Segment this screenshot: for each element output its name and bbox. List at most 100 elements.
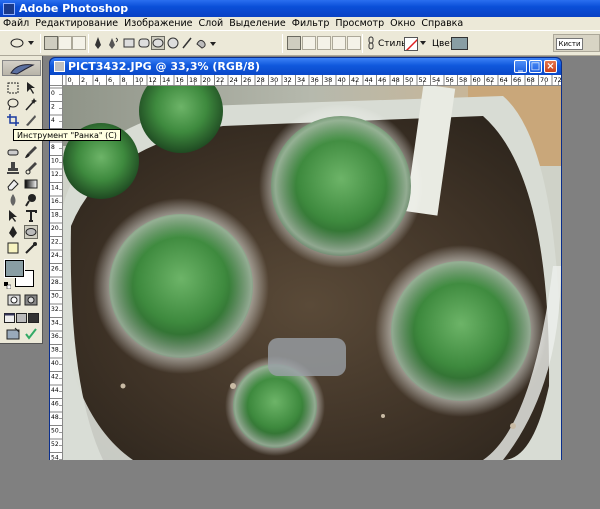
lasso-tool-icon[interactable] bbox=[5, 96, 21, 112]
clone-stamp-icon[interactable] bbox=[5, 160, 21, 176]
menu-view[interactable]: Просмотр bbox=[332, 18, 387, 29]
marquee-tool-icon[interactable] bbox=[5, 80, 21, 96]
ruler-top-label: 6 bbox=[108, 76, 112, 84]
add-to-shape-area-icon[interactable] bbox=[302, 35, 316, 51]
cactus-photo bbox=[63, 86, 561, 460]
magic-wand-icon[interactable] bbox=[23, 96, 39, 112]
standard-mode-icon[interactable] bbox=[6, 292, 22, 308]
freeform-pen-icon[interactable] bbox=[107, 35, 119, 51]
ruler-top-label: 18 bbox=[189, 76, 197, 84]
healing-brush-icon[interactable] bbox=[5, 144, 21, 160]
document-titlebar[interactable]: PICT3432.JPG @ 33,3% (RGB/8) bbox=[50, 58, 561, 75]
new-selection-icon[interactable] bbox=[44, 35, 58, 51]
menu-help[interactable]: Справка bbox=[418, 18, 466, 29]
ruler-top-label: 20 bbox=[203, 76, 211, 84]
dodge-tool-icon[interactable] bbox=[23, 192, 39, 208]
menu-window[interactable]: Окно bbox=[387, 18, 418, 29]
style-picker[interactable] bbox=[404, 37, 418, 51]
screen-mode-fullscreen-icon[interactable] bbox=[27, 310, 39, 326]
ruler-top-label: 42 bbox=[351, 76, 359, 84]
slice-tool-icon[interactable] bbox=[23, 112, 39, 128]
ruler-left-label: 18 bbox=[51, 212, 59, 219]
ruler-left-label: 12 bbox=[51, 171, 59, 178]
menu-select[interactable]: Выделение bbox=[226, 18, 289, 29]
jump-to-imageready-icon[interactable] bbox=[5, 326, 21, 342]
default-colors-icon[interactable] bbox=[4, 279, 12, 290]
close-button[interactable]: × bbox=[544, 60, 557, 73]
screen-mode-menubar-icon[interactable] bbox=[15, 310, 27, 326]
ruler-left-label: 50 bbox=[51, 428, 59, 435]
blur-tool-icon[interactable] bbox=[5, 192, 21, 208]
type-tool-icon[interactable] bbox=[23, 208, 39, 224]
move-tool-icon[interactable] bbox=[23, 80, 39, 96]
maximize-button[interactable]: □ bbox=[529, 60, 542, 73]
image-canvas[interactable] bbox=[63, 86, 561, 460]
menu-file[interactable]: Файл bbox=[0, 18, 32, 29]
document-window: PICT3432.JPG @ 33,3% (RGB/8) _ □ × 02468… bbox=[49, 57, 562, 460]
eyedropper-icon[interactable] bbox=[23, 240, 39, 256]
toolbox bbox=[0, 56, 43, 344]
horizontal-ruler[interactable]: 0 2 4 6 8 10 12 14 16 18 20 22 24 26 28 30 32 34 36 38 40 42 4… bbox=[63, 75, 561, 86]
subtract-selection-icon[interactable] bbox=[72, 35, 86, 51]
ruler-top-label: 16 bbox=[176, 76, 184, 84]
ruler-top-label: 0 bbox=[68, 76, 72, 84]
ellipse-tool-icon[interactable] bbox=[23, 224, 39, 240]
custom-shape-icon[interactable] bbox=[195, 35, 217, 51]
ruler-top-label: 2 bbox=[81, 76, 85, 84]
menu-layer[interactable]: Слой bbox=[195, 18, 226, 29]
app-title: Adobe Photoshop bbox=[19, 2, 129, 15]
ruler-left-label: 4 bbox=[51, 117, 55, 124]
brush-tool-icon[interactable] bbox=[23, 144, 39, 160]
create-new-shape-layer-icon[interactable] bbox=[287, 35, 301, 51]
line-shape-icon[interactable] bbox=[181, 35, 193, 51]
ruler-top-label: 70 bbox=[540, 76, 548, 84]
ruler-top-label: 38 bbox=[324, 76, 332, 84]
brushes-tab[interactable]: Кисти bbox=[556, 38, 583, 50]
crop-tool-icon[interactable] bbox=[5, 112, 21, 128]
menu-image[interactable]: Изображение bbox=[121, 18, 195, 29]
ruler-top-label: 26 bbox=[243, 76, 251, 84]
subtract-shape-area-icon[interactable] bbox=[317, 35, 331, 51]
checkmark-icon[interactable] bbox=[23, 326, 39, 342]
shape-color-swatch[interactable] bbox=[451, 37, 468, 50]
add-selection-icon[interactable] bbox=[58, 35, 72, 51]
rounded-rectangle-icon[interactable] bbox=[137, 35, 151, 51]
ruler-top-label: 30 bbox=[270, 76, 278, 84]
polygon-shape-icon[interactable] bbox=[166, 35, 180, 51]
tool-tooltip: Инструмент "Ранка" (C) bbox=[13, 129, 121, 141]
ruler-top-label: 10 bbox=[135, 76, 143, 84]
document-title: PICT3432.JPG @ 33,3% (RGB/8) bbox=[68, 60, 260, 73]
notes-tool-icon[interactable] bbox=[5, 240, 21, 256]
ruler-top-label: 44 bbox=[365, 76, 373, 84]
pen-tool-icon[interactable] bbox=[5, 224, 21, 240]
ruler-left-label: 28 bbox=[51, 279, 59, 286]
path-selection-icon[interactable] bbox=[5, 208, 21, 224]
rectangle-shape-icon[interactable] bbox=[122, 35, 136, 51]
ruler-top-label: 40 bbox=[338, 76, 346, 84]
foreground-color-swatch[interactable] bbox=[4, 259, 25, 278]
toolbox-header[interactable] bbox=[2, 60, 41, 76]
style-dropdown-arrow-icon[interactable] bbox=[419, 35, 427, 51]
link-icon[interactable] bbox=[366, 35, 376, 51]
pen-icon[interactable] bbox=[92, 35, 104, 51]
screen-mode-standard-icon[interactable] bbox=[3, 310, 15, 326]
vertical-ruler[interactable]: 0 2 46 8 10 12 14 16 18 20 22 24 26 28 30 32 34 36 38 40 42 4… bbox=[50, 86, 63, 460]
ellipse-shape-icon[interactable] bbox=[151, 35, 165, 51]
quick-mask-icon[interactable] bbox=[23, 292, 39, 308]
menu-filter[interactable]: Фильтр bbox=[289, 18, 333, 29]
ruler-origin[interactable] bbox=[50, 75, 63, 86]
eraser-tool-icon[interactable] bbox=[5, 176, 21, 192]
ruler-left-label: 54 bbox=[51, 455, 59, 461]
ruler-top-label: 4 bbox=[95, 76, 99, 84]
history-brush-icon[interactable] bbox=[23, 160, 39, 176]
intersect-shape-areas-icon[interactable] bbox=[332, 35, 346, 51]
minimize-button[interactable]: _ bbox=[514, 60, 527, 73]
ruler-top-label: 48 bbox=[392, 76, 400, 84]
gradient-tool-icon[interactable] bbox=[23, 176, 39, 192]
tool-preset-picker[interactable] bbox=[8, 35, 36, 51]
menu-edit[interactable]: Редактирование bbox=[32, 18, 121, 29]
ruler-left-label: 26 bbox=[51, 266, 59, 273]
exclude-overlapping-icon[interactable] bbox=[347, 35, 361, 51]
options-bar: Стиль: Цвет: bbox=[0, 30, 600, 81]
ruler-top-label: 52 bbox=[419, 76, 427, 84]
